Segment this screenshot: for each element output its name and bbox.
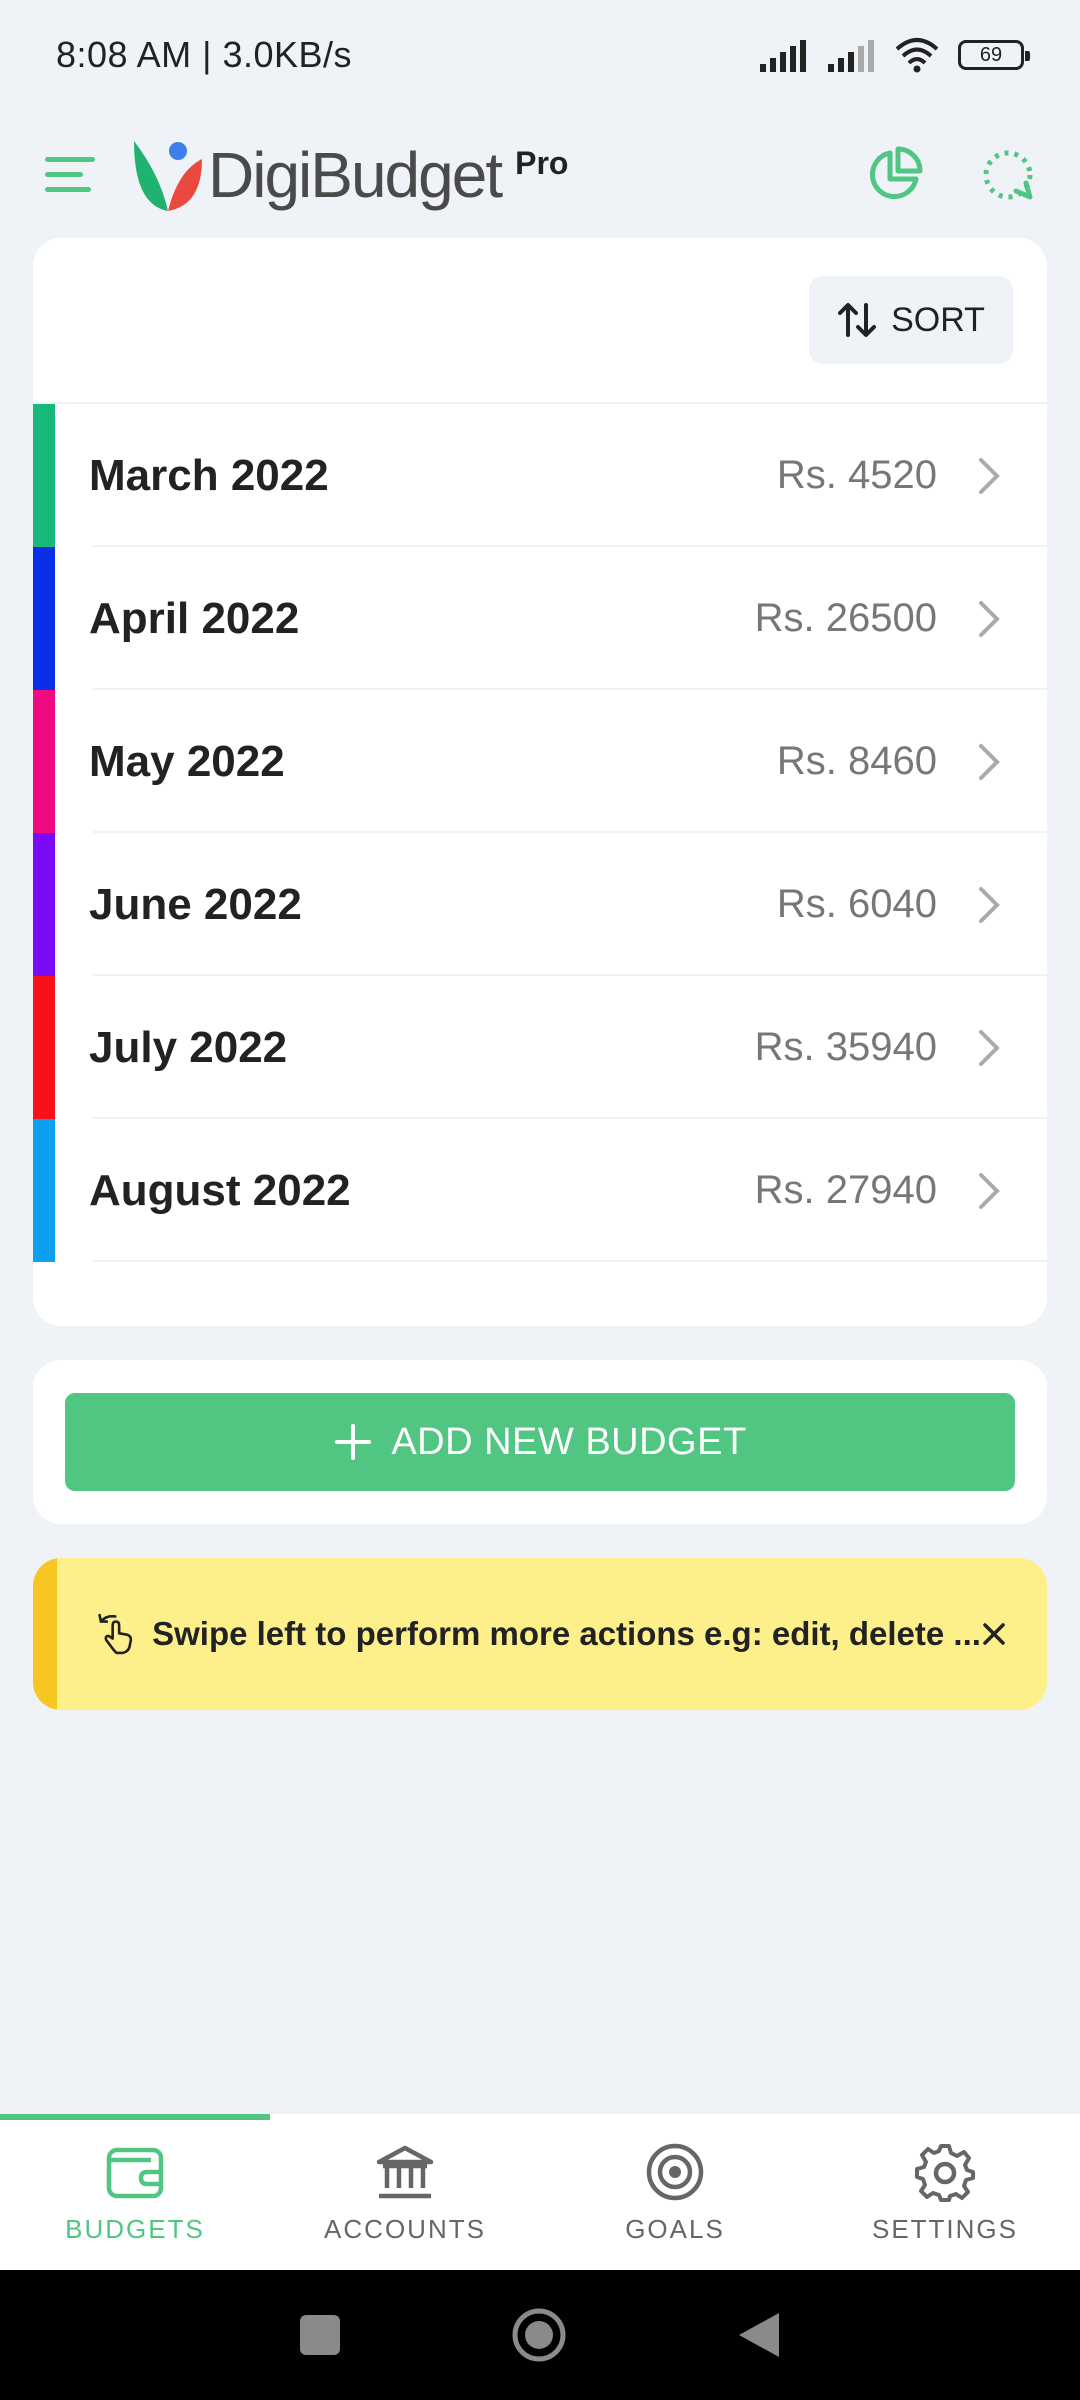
wifi-icon: [895, 38, 939, 73]
square-icon: [300, 2315, 340, 2355]
swipe-hint-banner: Swipe left to perform more actions e.g: …: [33, 1558, 1047, 1710]
budget-name: May 2022: [89, 736, 285, 786]
sync-button[interactable]: [976, 143, 1040, 207]
add-budget-card: ADD NEW BUDGET: [33, 1360, 1047, 1524]
budget-amount: Rs. 27940: [754, 1168, 937, 1212]
status-time-speed: 8:08 AM | 3.0KB/s: [56, 34, 353, 75]
add-new-budget-button[interactable]: ADD NEW BUDGET: [65, 1393, 1015, 1491]
budget-item-march-2022[interactable]: March 2022 Rs. 4520: [33, 404, 1047, 547]
plus-icon: [335, 1424, 372, 1460]
budget-list-card: SORT March 2022 Rs. 4520 April 2022 Rs. …: [33, 238, 1047, 1326]
budget-color-bar: [33, 976, 55, 1119]
sync-icon: [983, 150, 1033, 200]
add-new-budget-label: ADD NEW BUDGET: [391, 1420, 747, 1463]
battery-icon: 69: [958, 40, 1030, 70]
budget-color-bar: [33, 833, 55, 976]
gear-icon: [913, 2140, 977, 2204]
swipe-hand-icon: [98, 1613, 133, 1655]
nav-item-goals[interactable]: GOALS: [540, 2114, 810, 2270]
chevron-right-icon: [977, 456, 1007, 496]
hamburger-icon: [45, 157, 95, 192]
chevron-right-icon: [977, 599, 1007, 639]
report-button[interactable]: [862, 143, 926, 207]
budget-name: June 2022: [89, 879, 302, 929]
close-icon: [983, 1623, 1005, 1645]
logo-text: DigiBudget: [208, 139, 503, 211]
budget-name: March 2022: [89, 450, 329, 500]
sort-row: SORT: [33, 238, 1047, 404]
bank-icon: [373, 2140, 437, 2204]
budget-amount: Rs. 6040: [776, 882, 937, 926]
budget-color-bar: [33, 547, 55, 690]
menu-button[interactable]: [40, 145, 100, 205]
budget-item-august-2022[interactable]: August 2022 Rs. 27940: [33, 1119, 1047, 1262]
home-button[interactable]: [511, 2307, 567, 2363]
home-circle-icon: [512, 2308, 566, 2362]
budget-amount: Rs. 35940: [754, 1025, 937, 1069]
budget-name: July 2022: [89, 1022, 288, 1072]
nav-item-accounts[interactable]: ACCOUNTS: [270, 2114, 540, 2270]
chevron-right-icon: [977, 1028, 1007, 1068]
budget-item-may-2022[interactable]: May 2022 Rs. 8460: [33, 690, 1047, 833]
target-icon: [643, 2140, 707, 2204]
hint-text: Swipe left to perform more actions e.g: …: [152, 1615, 981, 1652]
sort-label: SORT: [891, 300, 985, 339]
nav-item-budgets[interactable]: BUDGETS: [0, 2114, 270, 2270]
budget-amount: Rs. 4520: [776, 453, 937, 497]
logo-pro-badge: Pro: [515, 144, 569, 181]
sort-button[interactable]: SORT: [809, 276, 1013, 364]
budget-item-april-2022[interactable]: April 2022 Rs. 26500: [33, 547, 1047, 690]
chevron-right-icon: [977, 885, 1007, 925]
budget-color-bar: [33, 1119, 55, 1262]
app-logo: DigiBudget Pro: [130, 135, 568, 215]
logo-mark-icon: [134, 141, 202, 211]
battery-level: 69: [979, 43, 1003, 66]
signal-icon: [760, 40, 806, 72]
signal-icon-2: [828, 40, 874, 72]
back-triangle-icon: [739, 2313, 779, 2357]
system-nav-bar: [0, 2270, 1080, 2400]
nav-label: BUDGETS: [65, 2213, 205, 2244]
budget-name: August 2022: [89, 1165, 351, 1215]
app-bar: DigiBudget Pro: [0, 110, 1080, 240]
nav-label: ACCOUNTS: [324, 2213, 486, 2244]
nav-active-indicator: [0, 2114, 270, 2120]
hint-accent-bar: [33, 1558, 57, 1710]
budget-item-july-2022[interactable]: July 2022 Rs. 35940: [33, 976, 1047, 1119]
budget-amount: Rs. 8460: [776, 739, 937, 783]
hint-close-button[interactable]: [981, 1614, 1007, 1654]
nav-item-settings[interactable]: SETTINGS: [810, 2114, 1080, 2270]
budget-item-june-2022[interactable]: June 2022 Rs. 6040: [33, 833, 1047, 976]
recents-button[interactable]: [299, 2314, 341, 2356]
budget-amount: Rs. 26500: [754, 596, 937, 640]
chevron-right-icon: [977, 1171, 1007, 1211]
pie-chart-icon: [869, 146, 923, 200]
budget-name: April 2022: [89, 593, 300, 643]
back-button[interactable]: [737, 2311, 781, 2359]
budget-color-bar: [33, 690, 55, 833]
chevron-right-icon: [977, 742, 1007, 782]
status-icons: 69: [758, 37, 1030, 73]
nav-label: GOALS: [625, 2213, 725, 2244]
appbar-actions: [862, 143, 1040, 207]
nav-label: SETTINGS: [871, 2213, 1018, 2244]
sort-icon: [838, 303, 877, 337]
budget-color-bar: [33, 404, 55, 547]
bottom-nav: BUDGETS ACCOUNTS GOALS SETTINGS: [0, 2114, 1080, 2270]
wallet-icon: [103, 2140, 167, 2204]
status-bar: 8:08 AM | 3.0KB/s 69: [0, 0, 1080, 110]
